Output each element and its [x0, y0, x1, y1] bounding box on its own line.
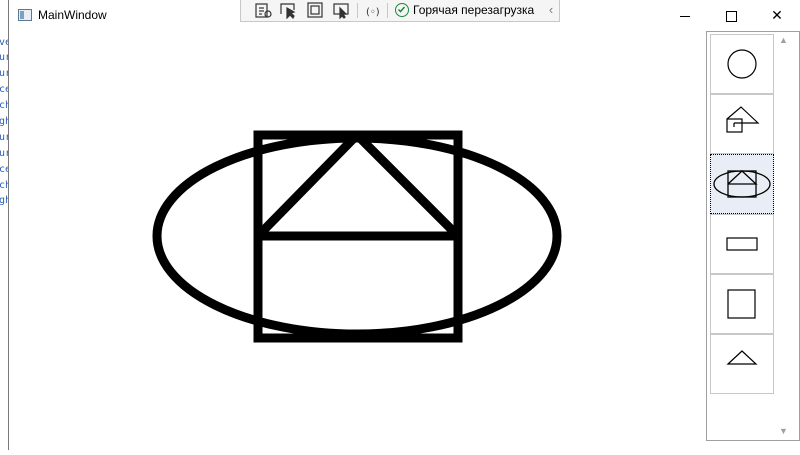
toolbar-separator	[357, 3, 358, 18]
maximize-button[interactable]	[708, 0, 754, 31]
scroll-up-icon[interactable]: ▲	[775, 32, 792, 49]
shape-button-triangle[interactable]	[710, 334, 774, 394]
live-visual-tree-icon	[255, 3, 272, 18]
track-focus-icon	[333, 3, 349, 20]
select-element-icon	[280, 3, 296, 20]
rectangle-icon	[726, 237, 758, 251]
hot-reload-status-icon	[395, 3, 409, 17]
track-focus-button[interactable]	[331, 2, 351, 20]
shape-panel: ▲ ▼	[706, 31, 800, 441]
minimize-button[interactable]	[662, 0, 708, 31]
shape-button-rectangle[interactable]	[710, 214, 774, 274]
select-element-button[interactable]	[279, 2, 299, 20]
circle-icon	[727, 49, 757, 79]
shape-button-house[interactable]	[710, 94, 774, 154]
collapse-toolbar-button[interactable]: ‹	[544, 1, 558, 19]
shape-button-square[interactable]	[710, 274, 774, 334]
display-adorners-icon	[307, 2, 323, 18]
main-window: MainWindow ✕ ▲ ▼	[8, 0, 800, 450]
drawing-canvas[interactable]	[10, 31, 707, 450]
window-title: MainWindow	[38, 8, 107, 22]
xaml-debug-toolbar: (◦) Горячая перезагрузка ‹	[240, 0, 560, 22]
close-icon: ✕	[771, 7, 783, 23]
app-window-icon	[18, 9, 32, 21]
chevron-left-icon: ‹	[548, 2, 554, 17]
ellipse-house-icon	[713, 170, 771, 198]
hot-reload-label[interactable]: Горячая перезагрузка	[413, 3, 534, 17]
triangle-icon	[726, 350, 758, 365]
toolbar-separator	[387, 3, 388, 18]
binding-failures-icon: (◦)	[366, 7, 380, 18]
minimize-icon	[680, 15, 690, 17]
svg-text:(◦): (◦)	[366, 7, 380, 18]
close-button[interactable]: ✕	[754, 0, 800, 31]
shape-button-ellipse-house[interactable]	[710, 154, 774, 214]
binding-failures-button[interactable]: (◦)	[363, 2, 383, 19]
square-icon	[727, 289, 756, 319]
vertical-scrollbar[interactable]: ▲ ▼	[775, 32, 792, 440]
house-icon	[726, 106, 760, 133]
canvas-drawing	[152, 130, 562, 343]
maximize-icon	[725, 10, 737, 22]
display-adorners-button[interactable]	[305, 2, 325, 19]
shape-button-circle[interactable]	[710, 34, 774, 94]
scroll-down-icon[interactable]: ▼	[775, 423, 792, 440]
live-visual-tree-button[interactable]	[253, 2, 273, 19]
